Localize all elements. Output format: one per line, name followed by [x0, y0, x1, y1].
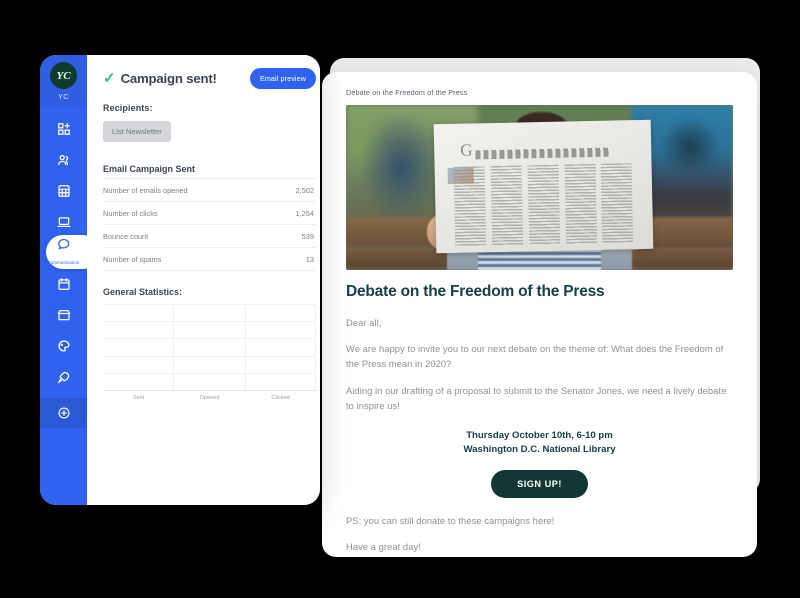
store-icon — [57, 308, 71, 322]
hero-newspaper: G — [433, 119, 654, 253]
sidebar-item-dashboard[interactable] — [40, 113, 87, 144]
general-statistics-chart — [103, 304, 316, 391]
email-hero-image: G — [346, 105, 733, 270]
palette-icon — [57, 339, 71, 353]
sidebar-item-website[interactable] — [40, 206, 87, 237]
email-preview-button[interactable]: Email preview — [249, 68, 316, 89]
stat-label: Bounce count — [103, 231, 149, 241]
stat-label: Number of spams — [103, 254, 162, 264]
table-row: Bounce count 539 — [103, 224, 316, 247]
email-event-details: Thursday October 10th, 6-10 pm Washingto… — [346, 429, 733, 457]
sidebar-item-design[interactable] — [40, 330, 87, 361]
active-item-content: Communication — [40, 237, 87, 269]
success-check-icon: ✓ — [103, 70, 116, 87]
event-datetime: Thursday October 10th, 6-10 pm — [466, 430, 613, 442]
laptop-icon — [57, 215, 71, 229]
brand-logo: YC — [50, 62, 77, 89]
chart-bars — [103, 304, 316, 390]
recipients-label: Recipients: — [103, 103, 153, 113]
stat-value: 1,254 — [295, 208, 315, 218]
x-tick-label: Clicked — [271, 395, 290, 401]
table-row: Number of spams 13 — [103, 247, 316, 271]
email-preview-card: Debate on the Freedom of the Press G Deb… — [322, 72, 757, 557]
sidebar-item-label: Communication — [47, 259, 80, 265]
chat-bubble-icon — [40, 237, 87, 251]
newspaper-column — [490, 165, 524, 246]
sidebar-logo-block[interactable]: YC YC — [40, 55, 87, 107]
newspaper-masthead — [474, 147, 611, 160]
hero-graffiti — [659, 118, 722, 175]
x-tick-label: Opened — [199, 395, 220, 401]
rocket-icon — [56, 370, 71, 384]
plus-circle-icon — [57, 406, 71, 420]
users-icon — [57, 153, 71, 167]
sidebar-item-calendar[interactable] — [40, 268, 87, 299]
sign-up-button[interactable]: SIGN UP! — [491, 469, 588, 498]
email-paragraph-2: Aiding in our drafting of a proposal to … — [346, 384, 727, 411]
table-row: Number of emails opened 2,502 — [103, 178, 316, 201]
newspaper-column — [453, 166, 487, 246]
calculator-icon — [57, 184, 71, 198]
sidebar-item-campaigns[interactable] — [40, 361, 87, 392]
grid-plus-icon — [57, 122, 71, 136]
page-title-group: ✓ Campaign sent! — [103, 71, 217, 86]
chart-title: General Statistics: — [103, 287, 183, 297]
brand-logo-label: YC — [57, 92, 70, 101]
email-headline: Debate on the Freedom of the Press — [346, 283, 605, 300]
stat-value: 539 — [301, 231, 314, 241]
email-greeting: Dear all, — [346, 317, 382, 328]
app-window: YC YC Communication ✓ Campaign sent! Ema… — [40, 55, 320, 505]
email-cta-container: SIGN UP! — [346, 469, 733, 498]
newspaper-column — [527, 164, 561, 245]
stat-value: 2,502 — [295, 185, 315, 195]
email-closing: Have a great day! — [346, 541, 421, 553]
sidebar-item-accounting[interactable] — [40, 175, 87, 206]
screenshot-root: Debate on the Freedom of the Press G Deb… — [0, 0, 800, 598]
x-tick-label: Sent — [132, 395, 145, 401]
newspaper-column — [600, 162, 634, 243]
email-paragraph-1: We are happy to invite you to our next d… — [346, 343, 724, 370]
email-body: Debate on the Freedom of the Press G Deb… — [322, 72, 757, 557]
sidebar-item-communication[interactable]: Communication — [40, 235, 100, 269]
calendar-icon — [57, 277, 71, 291]
stat-label: Number of emails opened — [103, 185, 188, 195]
sidebar-nav: Communication — [40, 107, 100, 505]
page-title: Campaign sent! — [120, 71, 217, 86]
email-postscript: PS: you can still donate to these campai… — [346, 514, 555, 526]
event-location: Washington D.C. National Library — [463, 444, 616, 456]
sidebar: YC YC Communication — [40, 55, 100, 505]
newspaper-columns — [453, 162, 634, 246]
recipient-tag[interactable]: List Newsletter — [103, 121, 171, 142]
sidebar-item-contacts[interactable] — [40, 144, 87, 175]
sidebar-item-add[interactable] — [40, 398, 87, 428]
newspaper-dropcap: G — [460, 139, 473, 159]
table-row: Number of clicks 1,254 — [103, 201, 316, 224]
newspaper-column — [564, 163, 597, 244]
campaign-report-panel: ✓ Campaign sent! Email preview Recipient… — [87, 55, 320, 505]
email-subject-line: Debate on the Freedom of the Press — [346, 88, 468, 97]
stats-table-title: Email Campaign Sent — [103, 164, 196, 174]
stat-value: 13 — [305, 254, 314, 264]
stat-label: Number of clicks — [103, 208, 158, 218]
sidebar-item-shop[interactable] — [40, 299, 87, 330]
panel-header: ✓ Campaign sent! Email preview — [103, 68, 316, 89]
chart-x-axis-labels: Sent Opened Clicked — [103, 395, 316, 401]
stats-table: Number of emails opened 2,502 Number of … — [103, 178, 316, 271]
